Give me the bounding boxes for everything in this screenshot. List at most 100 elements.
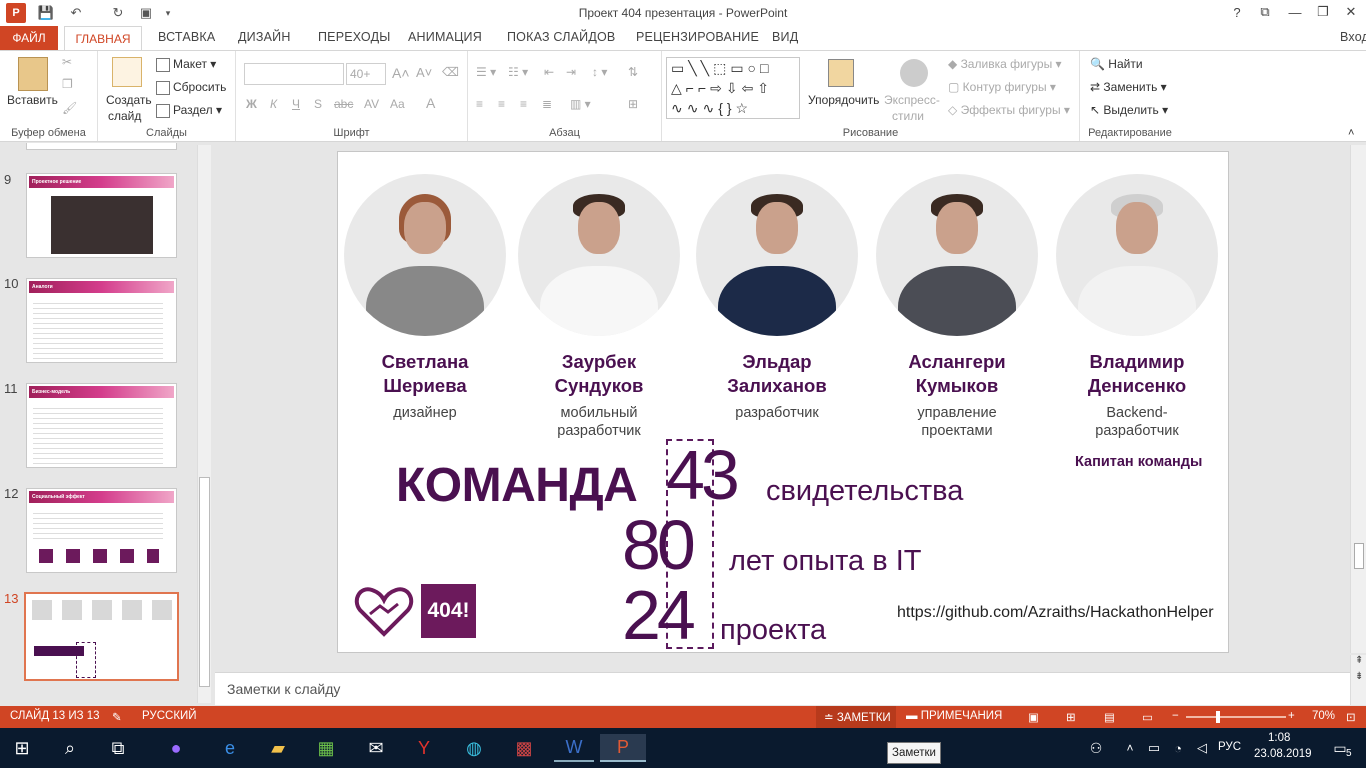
store-icon[interactable]: ▦ — [306, 734, 346, 762]
clock-date[interactable]: 23.08.2019 — [1254, 748, 1312, 760]
ribbon-display-button[interactable]: ⧉ — [1250, 0, 1280, 24]
font-family-combo[interactable] — [244, 63, 344, 85]
thumbnail-slide-12[interactable]: Социальный эффект — [26, 488, 177, 573]
zoom-in-button[interactable]: + — [1288, 710, 1295, 722]
thumbnail-slide-11[interactable]: Бизнес-модель — [26, 383, 177, 468]
collapse-ribbon-icon[interactable]: ˄ — [1348, 127, 1354, 139]
align-left-icon[interactable]: ≡ — [476, 97, 483, 111]
bold-button[interactable]: Ж — [246, 97, 257, 111]
italic-button[interactable]: К — [270, 97, 277, 111]
tab-transitions[interactable]: ПЕРЕХОДЫ — [318, 30, 391, 44]
powerpoint-taskbar-icon[interactable]: P — [600, 734, 646, 762]
font-color-icon[interactable]: A — [426, 95, 435, 111]
thumbnail-scrollbar[interactable] — [197, 145, 211, 703]
reading-view-icon[interactable]: ▤ — [1104, 710, 1115, 724]
minimize-button[interactable]: — — [1280, 0, 1310, 24]
wunderlist-icon[interactable]: ◍ — [454, 734, 494, 762]
new-slide-label2[interactable]: слайд — [108, 109, 141, 123]
slide-sorter-icon[interactable]: ⊞ — [1066, 710, 1076, 724]
edge-browser-icon[interactable]: e — [210, 734, 250, 762]
tab-file[interactable]: ФАЙЛ — [0, 26, 58, 50]
zoom-slider-track[interactable] — [1186, 716, 1286, 718]
language-indicator[interactable]: РУССКИЙ — [142, 710, 197, 722]
comments-toggle[interactable]: ▬ ПРИМЕЧАНИЯ — [906, 710, 1002, 722]
thumbnail-partial[interactable] — [26, 143, 177, 150]
next-slide-icon[interactable]: ⇟ — [1355, 671, 1363, 682]
slide-scrollbar[interactable] — [1350, 145, 1366, 653]
section-button[interactable]: Раздел ▾ — [156, 103, 222, 118]
tab-home[interactable]: ГЛАВНАЯ — [64, 26, 142, 51]
input-language[interactable]: РУС — [1218, 741, 1241, 753]
thumbnail-slide-9[interactable]: Проектное решение — [26, 173, 177, 258]
sign-in-link[interactable]: Вход — [1340, 30, 1366, 44]
line-spacing-icon[interactable]: ↕ ▾ — [592, 65, 607, 79]
prev-slide-icon[interactable]: ⇞ — [1355, 655, 1363, 666]
restore-button[interactable]: ❐ — [1308, 0, 1338, 24]
format-painter-icon[interactable]: 🖌 — [62, 101, 77, 115]
word-icon[interactable]: W — [554, 734, 594, 762]
volume-icon[interactable]: ◁ — [1182, 734, 1222, 762]
notifications-icon[interactable]: ▭ — [1320, 734, 1360, 762]
notes-pane[interactable]: Заметки к слайду — [215, 672, 1351, 705]
slide-scroll-thumb[interactable] — [1354, 543, 1364, 569]
increase-font-icon[interactable]: A˄ — [392, 65, 410, 81]
shape-fill-button[interactable]: ◆ Заливка фигуры ▾ — [948, 57, 1062, 71]
numbering-icon[interactable]: ☷ ▾ — [508, 65, 528, 79]
reset-button[interactable]: Сбросить — [156, 80, 226, 95]
thumbnail-slide-10[interactable]: Аналоги — [26, 278, 177, 363]
clock-time[interactable]: 1:08 — [1268, 732, 1290, 744]
close-button[interactable]: ✕ — [1336, 0, 1366, 24]
shapes-gallery[interactable]: ▭╲╲⬚▭○□ △⌐⌐⇨⇩⇦⇧ ∿∿∿{}☆ — [666, 57, 800, 119]
quick-styles-label2[interactable]: стили — [892, 109, 924, 123]
search-icon[interactable]: ⌕ — [50, 734, 90, 762]
mail-icon[interactable]: ✉ — [356, 734, 396, 762]
notes-placeholder[interactable]: Заметки к слайду — [227, 681, 340, 697]
underline-button[interactable]: Ч — [292, 97, 300, 111]
slideshow-view-icon[interactable]: ▭ — [1142, 710, 1153, 724]
bullets-icon[interactable]: ☰ ▾ — [476, 65, 496, 79]
smartart-icon[interactable]: ⊞ — [628, 97, 638, 111]
arrange-icon[interactable] — [828, 59, 854, 87]
align-right-icon[interactable]: ≡ — [520, 97, 527, 111]
decrease-font-icon[interactable]: A˅ — [416, 65, 432, 80]
yandex-browser-icon[interactable]: Y — [404, 734, 444, 762]
help-button[interactable]: ? — [1222, 0, 1252, 24]
new-slide-icon[interactable] — [112, 57, 142, 87]
replace-button[interactable]: ⇄ Заменить ▾ — [1090, 80, 1167, 94]
cut-icon[interactable]: ✂ — [62, 55, 72, 69]
text-direction-icon[interactable]: ⇅ — [628, 65, 638, 79]
tab-slideshow[interactable]: ПОКАЗ СЛАЙДОВ — [507, 30, 615, 44]
paste-button[interactable]: Вставить — [7, 93, 58, 107]
layout-button[interactable]: Макет ▾ — [156, 57, 216, 72]
tab-animation[interactable]: АНИМАЦИЯ — [408, 30, 482, 44]
quick-styles-button[interactable]: Экспресс- — [884, 93, 940, 107]
change-case-button[interactable]: Aa — [390, 97, 405, 111]
zoom-slider-thumb[interactable] — [1216, 711, 1220, 723]
winrar-icon[interactable]: ▩ — [504, 734, 544, 762]
fit-slide-icon[interactable]: ⊡ — [1346, 710, 1356, 724]
slide-nav-buttons[interactable]: ⇞ ⇟ — [1350, 655, 1366, 705]
thumbnail-slide-13-active[interactable] — [24, 592, 179, 681]
arrange-button[interactable]: Упорядочить — [808, 93, 879, 107]
shape-effects-button[interactable]: ◇ Эффекты фигуры ▾ — [948, 103, 1070, 117]
quick-styles-icon[interactable] — [900, 59, 928, 87]
strikethrough-button[interactable]: abc — [334, 97, 353, 111]
font-size-combo[interactable]: 40+ — [346, 63, 386, 85]
paste-icon[interactable] — [18, 57, 48, 91]
decrease-indent-icon[interactable]: ⇤ — [544, 65, 554, 79]
zoom-out-button[interactable]: − — [1172, 710, 1179, 722]
file-explorer-icon[interactable]: ▰ — [258, 734, 298, 762]
tab-design[interactable]: ДИЗАЙН — [238, 30, 291, 44]
shadow-button[interactable]: S — [314, 97, 322, 111]
normal-view-icon[interactable]: ▣ — [1028, 710, 1039, 724]
justify-icon[interactable]: ≣ — [542, 97, 552, 111]
align-center-icon[interactable]: ≡ — [498, 97, 505, 111]
find-button[interactable]: 🔍 Найти — [1090, 57, 1143, 71]
tab-insert[interactable]: ВСТАВКА — [158, 30, 215, 44]
tab-review[interactable]: РЕЦЕНЗИРОВАНИЕ — [636, 30, 759, 44]
spellcheck-icon[interactable]: ✎ — [112, 710, 122, 724]
thumbnail-scroll-thumb[interactable] — [199, 477, 210, 687]
increase-indent-icon[interactable]: ⇥ — [566, 65, 576, 79]
new-slide-button[interactable]: Создать — [106, 93, 152, 107]
char-spacing-button[interactable]: AV — [364, 97, 379, 111]
